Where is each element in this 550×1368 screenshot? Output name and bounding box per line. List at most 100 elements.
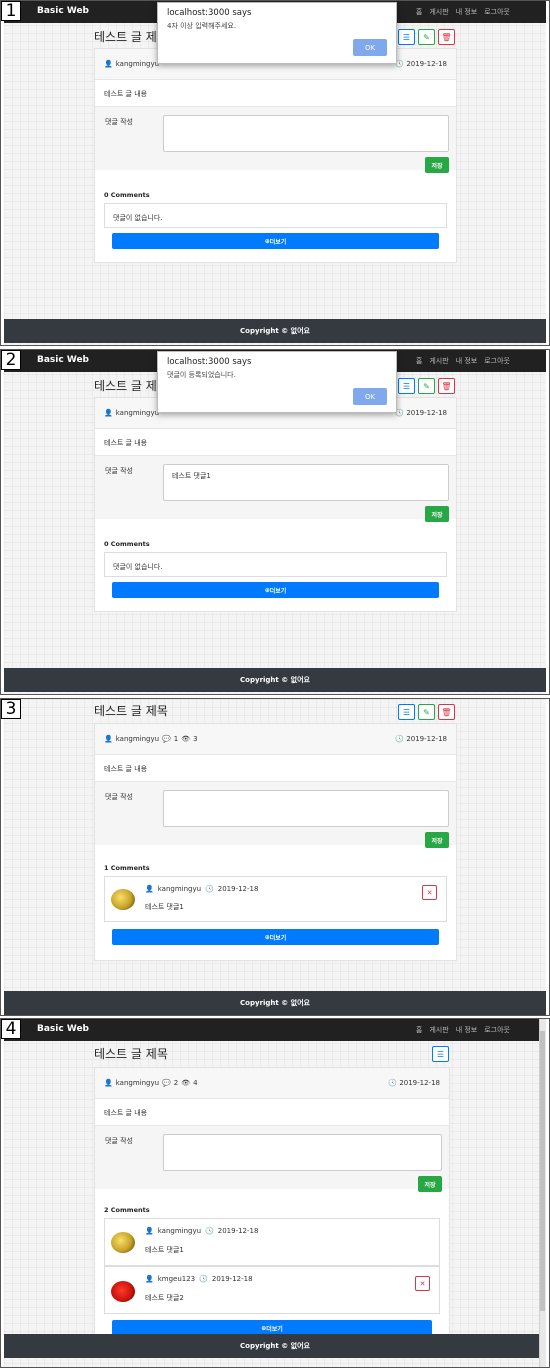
brand-link[interactable]: Basic Web	[37, 6, 89, 16]
nav-my-info[interactable]: 내 정보	[456, 7, 478, 17]
post-actions: ☰ ✎ 🗑	[398, 29, 455, 45]
step-number: 1	[1, 1, 21, 21]
list-button[interactable]: ☰	[398, 29, 415, 45]
nav-board[interactable]: 게시판	[429, 356, 448, 366]
step-panel-3: 3 테스트 글 제목 ☰ ✎ 🗑 👤 kangmingyu 💬 1 👁 3 🕓 …	[0, 698, 550, 1016]
post-card: 👤 kangmingyu 💬 1 👁 3 🕓 2019-12-18 테스트 글 …	[94, 723, 457, 961]
comment-text: 테스트 댓글1	[145, 1246, 184, 1254]
step-panel-1: 1 Basic Web 홈 게시판 내 정보 로그아웃 테스트 글 제목 ☰ ✎…	[0, 0, 550, 346]
comment-delete-button[interactable]: ✕	[422, 885, 437, 900]
save-button[interactable]: 저장	[425, 832, 449, 848]
comment-text: 테스트 댓글2	[145, 1294, 184, 1302]
post-content: 테스트 글 내용	[104, 1109, 148, 1117]
avatar	[111, 889, 135, 910]
dialog-message: 댓글이 등록되었습니다.	[167, 371, 236, 379]
empty-comments-box: 댓글이 없습니다.	[104, 203, 447, 228]
dialog-ok-button[interactable]: OK	[353, 388, 387, 405]
step-number: 3	[1, 699, 21, 719]
scrollbar-thumb[interactable]	[540, 1031, 545, 1311]
scrollbar[interactable]	[539, 1019, 546, 1367]
reply-input[interactable]	[163, 790, 449, 827]
reply-form: 댓글 작성 저장	[95, 1125, 449, 1192]
browser-page: Basic Web 홈 게시판 내 정보 로그아웃 테스트 글 제목 ☰ ✎ 🗑…	[4, 1, 546, 345]
reply-label: 댓글 작성	[105, 793, 133, 801]
comment-text: 테스트 댓글1	[145, 903, 184, 911]
nav-home[interactable]: 홈	[416, 1025, 422, 1035]
post-date: 2019-12-18	[406, 60, 447, 68]
post-card: 👤 kangmingyu 🕓 2019-12-18 테스트 글 내용 댓글 작성…	[94, 397, 457, 612]
browser-page: Basic Web 홈 게시판 내 정보 로그아웃 테스트 글 제목 ☰ 👤 k…	[4, 1019, 546, 1367]
post-actions: ☰	[432, 1046, 449, 1062]
eye-icon: 👁	[181, 1079, 191, 1087]
trash-icon: 🗑	[441, 707, 452, 717]
step-panel-2: 2 Basic Web 홈 게시판 내 정보 로그아웃 테스트 글 제목 ☰ ✎…	[0, 349, 550, 695]
nav-logout[interactable]: 로그아웃	[484, 356, 510, 366]
clock-icon: 🕓	[388, 1079, 398, 1087]
delete-button[interactable]: 🗑	[438, 704, 455, 720]
post-date: 2019-12-18	[399, 1079, 440, 1087]
post-author: kangmingyu	[115, 735, 160, 743]
save-button[interactable]: 저장	[425, 157, 449, 173]
brand-link[interactable]: Basic Web	[37, 355, 89, 365]
nav-logout[interactable]: 로그아웃	[484, 1025, 510, 1035]
empty-comments-text: 댓글이 없습니다.	[113, 563, 163, 571]
navbar: Basic Web 홈 게시판 내 정보 로그아웃	[4, 1019, 546, 1041]
comment-icon: 💬	[162, 1079, 171, 1087]
edit-button[interactable]: ✎	[418, 29, 435, 45]
list-icon: ☰	[402, 32, 411, 42]
comment-count: 1	[173, 735, 179, 743]
comments-count: 1 Comments	[104, 864, 150, 872]
nav-my-info[interactable]: 내 정보	[456, 356, 478, 366]
reply-form: 댓글 작성 저장	[95, 781, 456, 848]
clock-icon: 🕓	[205, 1227, 214, 1235]
comments-count: 0 Comments	[104, 191, 150, 199]
empty-comments-box: 댓글이 없습니다.	[104, 552, 447, 577]
nav-board[interactable]: 게시판	[429, 1025, 448, 1035]
comment-item: 👤 kangmingyu 🕓 2019-12-18 테스트 댓글1 ✕	[104, 876, 447, 922]
step-number: 2	[1, 350, 21, 370]
nav-links: 홈 게시판 내 정보 로그아웃	[416, 1025, 510, 1035]
nav-links: 홈 게시판 내 정보 로그아웃	[416, 356, 510, 366]
comment-icon: 💬	[162, 735, 171, 743]
dialog-ok-button[interactable]: OK	[353, 39, 387, 56]
comment-author: kmgeu123	[157, 1275, 196, 1283]
more-button[interactable]: ⊕ 더보기	[112, 233, 439, 249]
edit-button[interactable]: ✎	[418, 378, 435, 394]
more-button[interactable]: ⊕ 더보기	[112, 929, 439, 945]
edit-button[interactable]: ✎	[418, 704, 435, 720]
comments-count: 0 Comments	[104, 540, 150, 548]
nav-logout[interactable]: 로그아웃	[484, 7, 510, 17]
list-button[interactable]: ☰	[432, 1046, 449, 1062]
user-icon: 👤	[145, 1275, 154, 1283]
nav-home[interactable]: 홈	[416, 7, 422, 17]
more-button[interactable]: ⊕ 더보기	[112, 582, 439, 598]
footer: Copyright © 없어요	[4, 668, 546, 692]
save-button[interactable]: 저장	[425, 506, 449, 522]
step-panel-4: 4 Basic Web 홈 게시판 내 정보 로그아웃 테스트 글 제목 ☰ 👤…	[0, 1018, 550, 1368]
dialog-title: localhost:3000 says	[167, 357, 252, 367]
delete-button[interactable]: 🗑	[438, 29, 455, 45]
edit-icon: ✎	[423, 381, 430, 391]
delete-button[interactable]: 🗑	[438, 378, 455, 394]
nav-home[interactable]: 홈	[416, 356, 422, 366]
brand-link[interactable]: Basic Web	[37, 1024, 89, 1034]
list-icon: ☰	[436, 1049, 445, 1059]
list-button[interactable]: ☰	[398, 704, 415, 720]
reply-form: 댓글 작성 저장	[95, 106, 456, 173]
reply-input[interactable]: 테스트 댓글1	[163, 464, 449, 501]
reply-input[interactable]	[163, 115, 449, 152]
post-actions: ☰ ✎ 🗑	[398, 704, 455, 720]
reply-input[interactable]	[163, 1134, 442, 1171]
save-button[interactable]: 저장	[418, 1176, 442, 1192]
post-meta: 👤 kangmingyu 💬 2 👁 4 🕓 2019-12-18	[95, 1068, 449, 1099]
post-author: kangmingyu	[115, 409, 160, 417]
list-button[interactable]: ☰	[398, 378, 415, 394]
clock-icon: 🕓	[199, 1275, 208, 1283]
nav-board[interactable]: 게시판	[429, 7, 448, 17]
comment-date: 2019-12-18	[217, 885, 259, 893]
nav-my-info[interactable]: 내 정보	[456, 1025, 478, 1035]
comment-delete-button[interactable]: ✕	[415, 1276, 430, 1291]
post-actions: ☰ ✎ 🗑	[398, 378, 455, 394]
reply-form: 댓글 작성 테스트 댓글1 저장	[95, 455, 456, 522]
nav-links: 홈 게시판 내 정보 로그아웃	[416, 7, 510, 17]
